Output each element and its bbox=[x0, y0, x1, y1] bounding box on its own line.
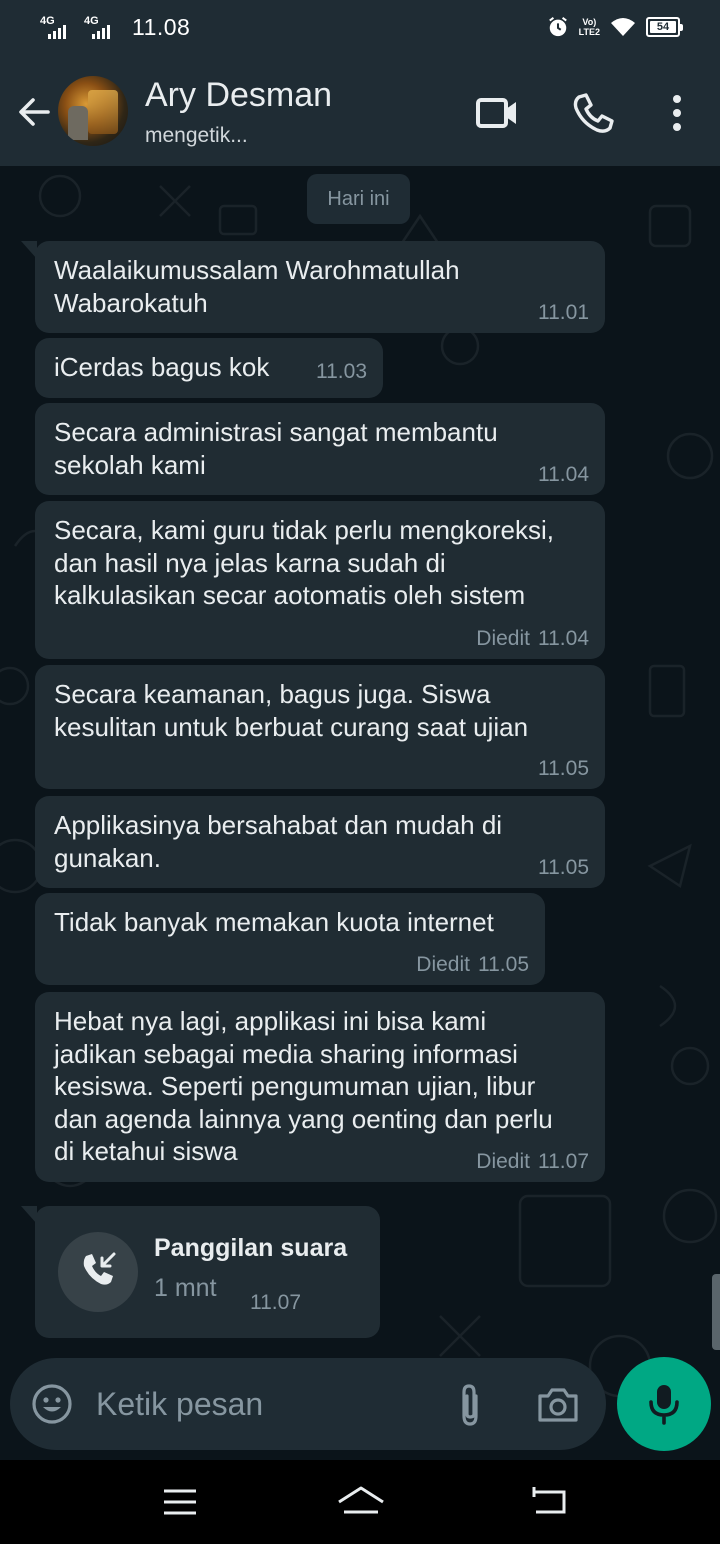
chat-header: Ary Desman mengetik... bbox=[0, 60, 720, 166]
message-bubble[interactable]: Waalaikumussalam Warohmatullah Wabarokat… bbox=[21, 241, 605, 333]
message-time: 11.03 bbox=[316, 360, 367, 383]
battery-icon: 54 bbox=[646, 17, 683, 37]
scrollbar-thumb[interactable] bbox=[712, 1274, 720, 1350]
message-bubble[interactable]: Applikasinya bersahabat dan mudah di gun… bbox=[35, 796, 605, 888]
message-text: Hebat nya lagi, applikasi ini bisa kami … bbox=[54, 1006, 553, 1166]
back-arrow-icon[interactable] bbox=[14, 92, 54, 132]
chat-area[interactable]: Hari ini Waalaikumussalam Warohmatullah … bbox=[0, 166, 720, 1460]
call-duration: 1 mnt bbox=[154, 1274, 217, 1302]
signal-1-icon: 4G bbox=[40, 15, 76, 41]
system-nav-bar bbox=[0, 1460, 720, 1544]
message-edited: Diedit bbox=[476, 1150, 530, 1173]
message-bubble[interactable]: iCerdas bagus kok 11.03 bbox=[35, 338, 383, 398]
contact-status: mengetik... bbox=[145, 124, 248, 147]
status-bar: 4G 4G 11.08 Vo) LTE2 54 bbox=[0, 0, 720, 60]
call-title: Panggilan suara bbox=[154, 1234, 348, 1262]
avatar[interactable] bbox=[58, 76, 128, 146]
signal-2-icon: 4G bbox=[84, 15, 120, 41]
microphone-button[interactable] bbox=[617, 1357, 711, 1451]
message-bubble[interactable]: Hebat nya lagi, applikasi ini bisa kami … bbox=[35, 992, 605, 1182]
home-icon[interactable] bbox=[336, 1482, 386, 1522]
message-bubble[interactable]: Secara keamanan, bagus juga. Siswa kesul… bbox=[35, 665, 605, 789]
message-bubble[interactable]: Tidak banyak memakan kuota internet Died… bbox=[35, 893, 545, 985]
contact-name[interactable]: Ary Desman bbox=[145, 76, 332, 115]
message-input[interactable] bbox=[96, 1378, 436, 1430]
volte-line2: LTE2 bbox=[578, 27, 600, 37]
message-time: 11.05 bbox=[538, 757, 589, 780]
message-bubble[interactable]: Secara, kami guru tidak perlu mengkoreks… bbox=[35, 501, 605, 659]
camera-icon[interactable] bbox=[536, 1384, 580, 1424]
message-composer bbox=[10, 1358, 606, 1450]
date-divider: Hari ini bbox=[307, 174, 410, 224]
more-options-icon[interactable] bbox=[654, 90, 700, 136]
message-edited: Diedit bbox=[416, 953, 470, 976]
message-time: 11.04 bbox=[538, 463, 589, 486]
message-time: 11.01 bbox=[538, 301, 589, 324]
message-time: 11.07 bbox=[538, 1150, 589, 1173]
menu-icon[interactable] bbox=[158, 1482, 202, 1522]
message-text: Waalaikumussalam Warohmatullah Wabarokat… bbox=[54, 255, 460, 318]
message-edited: Diedit bbox=[476, 627, 530, 650]
battery-level: 54 bbox=[650, 21, 676, 33]
call-time: 11.07 bbox=[250, 1291, 301, 1314]
message-text: Secara administrasi sangat membantu seko… bbox=[54, 417, 498, 480]
back-icon[interactable] bbox=[528, 1482, 572, 1522]
message-text: Applikasinya bersahabat dan mudah di gun… bbox=[54, 810, 503, 873]
voice-call-icon[interactable] bbox=[570, 90, 616, 136]
message-bubble[interactable]: Secara administrasi sangat membantu seko… bbox=[35, 403, 605, 495]
emoji-icon[interactable] bbox=[30, 1382, 74, 1426]
microphone-icon bbox=[649, 1385, 679, 1425]
message-time: 11.04 bbox=[538, 627, 589, 650]
video-call-icon[interactable] bbox=[474, 90, 520, 136]
status-time: 11.08 bbox=[132, 14, 191, 40]
voice-call-card[interactable]: Panggilan suara 1 mnt 11.07 bbox=[21, 1206, 380, 1338]
incoming-call-icon bbox=[58, 1232, 138, 1312]
volte-icon: Vo) LTE2 bbox=[579, 17, 600, 37]
volte-line1: Vo) bbox=[582, 17, 597, 27]
attachment-icon[interactable] bbox=[450, 1382, 490, 1428]
alarm-icon bbox=[548, 17, 567, 37]
wifi-icon bbox=[611, 18, 635, 36]
message-text: Secara, kami guru tidak perlu mengkoreks… bbox=[54, 515, 555, 610]
message-text: Secara keamanan, bagus juga. Siswa kesul… bbox=[54, 679, 529, 742]
message-time: 11.05 bbox=[538, 856, 589, 879]
message-text: Tidak banyak memakan kuota internet bbox=[54, 907, 494, 937]
message-time: 11.05 bbox=[478, 953, 529, 976]
